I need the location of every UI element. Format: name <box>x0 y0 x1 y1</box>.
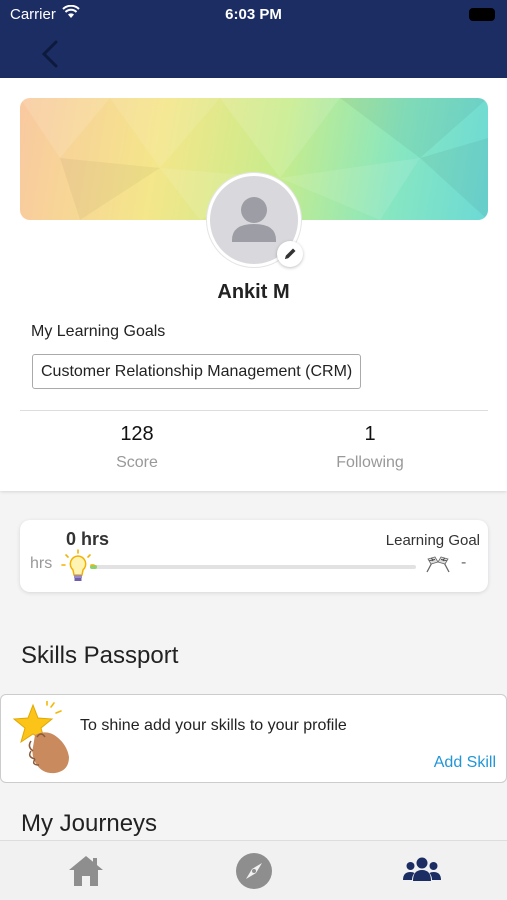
profile-name: Ankit M <box>217 281 290 303</box>
finish-flags-icon <box>423 554 453 574</box>
chevron-left-icon <box>41 40 58 68</box>
tab-bar <box>0 840 507 900</box>
score-value: 128 <box>120 423 154 445</box>
my-journeys-title: My Journeys <box>21 810 158 837</box>
profile-card: Ankit M My Learning Goals Customer Relat… <box>0 78 507 491</box>
following-label: Following <box>336 454 404 471</box>
lightbulb-icon <box>60 548 96 586</box>
status-time: 6:03 PM <box>225 6 282 23</box>
progress-track <box>90 565 416 569</box>
tab-home[interactable] <box>66 851 106 891</box>
following-stat[interactable]: 1 Following <box>300 423 440 472</box>
nav-bar <box>0 30 507 78</box>
compass-icon <box>236 853 272 889</box>
tab-explore[interactable] <box>234 851 274 891</box>
battery-icon <box>469 8 495 21</box>
people-icon <box>403 857 441 881</box>
skills-message: To shine add your skills to your profile <box>80 717 347 734</box>
tab-community[interactable] <box>402 851 442 891</box>
home-icon <box>69 856 103 886</box>
score-stat[interactable]: 128 Score <box>67 423 207 472</box>
pencil-icon <box>285 248 296 259</box>
learning-goal-value: - <box>461 554 467 571</box>
status-bar: Carrier 6:03 PM <box>0 0 507 30</box>
learning-goals-label: My Learning Goals <box>31 323 166 340</box>
skills-card: To shine add your skills to your profile… <box>0 694 507 783</box>
hours-unit-label: hrs <box>30 555 53 572</box>
following-value: 1 <box>364 423 376 445</box>
score-label: Score <box>116 454 158 471</box>
skills-passport-title: Skills Passport <box>21 642 179 669</box>
learning-goal-label: Learning Goal <box>385 532 480 549</box>
edit-avatar-button[interactable] <box>277 241 303 267</box>
hours-value: 0 hrs <box>66 529 110 549</box>
add-skill-button[interactable]: Add Skill <box>434 754 496 772</box>
back-button[interactable] <box>34 36 70 72</box>
divider <box>20 410 488 411</box>
learning-goal-chip[interactable]: Customer Relationship Management (CRM) <box>32 354 362 389</box>
star-hand-icon <box>7 700 73 775</box>
learning-progress-card[interactable]: 0 hrs Learning Goal hrs - <box>20 520 488 592</box>
